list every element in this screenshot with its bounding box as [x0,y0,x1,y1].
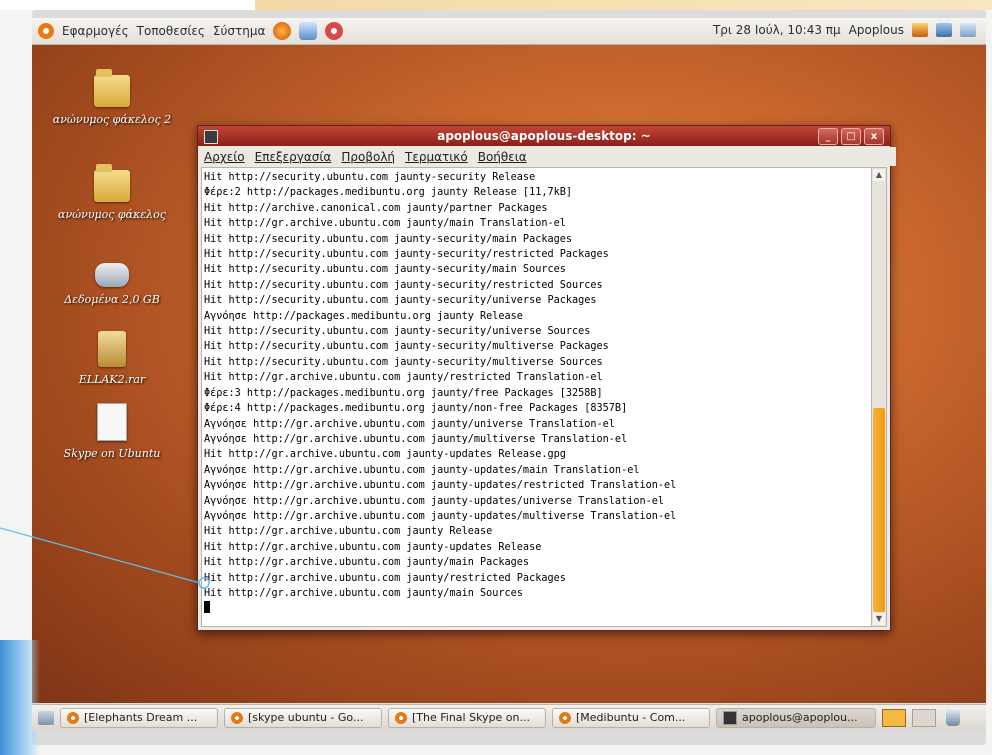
terminal-line: Αγνόησε http://gr.archive.ubuntu.com jau… [204,495,665,507]
terminal-line: Φέρε:4 http://packages.medibuntu.org jau… [204,403,628,415]
desktop-icon-label: ανώνυμος φάκελος [58,208,166,221]
scroll-up-icon[interactable]: ▲ [873,169,885,181]
terminal-line: Hit http://security.ubuntu.com jaunty-se… [204,172,536,183]
firefox-icon [67,711,79,724]
desktop-icon-label: ELLAK2.rar [78,373,146,386]
firefox-icon [231,711,243,724]
desktop-icon-folder-2[interactable]: ανώνυμος φάκελος 2 [52,69,172,126]
menu-edit[interactable]: Επεξεργασία [255,150,332,164]
terminal-lines: Hit http://security.ubuntu.com jaunty-se… [202,168,872,619]
blue-edge-decor [0,640,40,755]
terminal-window[interactable]: apoplous@apoplous-desktop: ~ _ □ x Αρχεί… [197,125,896,631]
ubuntu-logo-icon[interactable] [38,23,54,39]
terminal-line: Αγνόησε http://packages.medibuntu.org ja… [204,310,523,322]
close-button[interactable]: x [864,128,884,145]
help-icon[interactable] [325,22,344,40]
window-title: apoplous@apoplous-desktop: ~ [437,129,651,143]
menu-applications[interactable]: Εφαρμογές [62,24,129,38]
volume-icon[interactable] [960,23,976,37]
workspace-1[interactable] [882,708,906,727]
task-label: [Medibuntu - Com... [576,711,686,724]
task-label: apoplous@apoplou... [742,711,858,724]
drive-icon [95,263,129,287]
terminal-line: Hit http://gr.archive.ubuntu.com jaunty-… [204,541,542,553]
terminal-line: Αγνόησε http://gr.archive.ubuntu.com jau… [204,464,640,476]
top-panel: Εφαρμογές Τοποθεσίες Σύστημα Τρι 28 Ιούλ… [32,18,986,45]
terminal-line: Hit http://security.ubuntu.com jaunty-se… [204,341,609,353]
taskbar-item-elephants-dream[interactable]: [Elephants Dream ... [60,707,218,728]
maximize-button[interactable]: □ [841,128,861,145]
desktop-icon-label: Δεδομένα 2,0 GB [64,293,160,306]
terminal-line: Φέρε:3 http://packages.medibuntu.org jau… [204,387,603,399]
desktop-icon-archive[interactable]: ELLAK2.rar [52,331,172,386]
workspace-2[interactable] [912,708,936,727]
terminal-line: Αγνόησε http://gr.archive.ubuntu.com jau… [204,510,677,522]
terminal-line: Hit http://gr.archive.ubuntu.com jaunty/… [204,372,603,384]
task-label: [skype ubuntu - Go... [248,711,364,724]
desktop-icon-folder[interactable]: ανώνυμος φάκελος [52,164,172,221]
bottom-panel: [Elephants Dream ... [skype ubuntu - Go.… [32,704,986,730]
network-icon[interactable] [936,23,952,37]
scroll-down-icon[interactable]: ▼ [873,613,885,625]
taskbar-item-medibuntu[interactable]: [Medibuntu - Com... [552,707,710,728]
top-decor-gold [255,0,992,10]
desktop-icon-drive[interactable]: Δεδομένα 2,0 GB [52,263,172,306]
terminal-line: Hit http://gr.archive.ubuntu.com jaunty-… [204,449,566,461]
show-desktop-icon[interactable] [38,710,54,725]
menu-system[interactable]: Σύστημα [213,24,266,38]
terminal-line: Hit http://gr.archive.ubuntu.com jaunty/… [204,218,566,230]
archive-icon [98,331,126,367]
taskbar-item-terminal[interactable]: apoplous@apoplou... [716,707,876,728]
terminal-line: Αγνόησε http://gr.archive.ubuntu.com jau… [204,418,615,430]
menu-file[interactable]: Αρχείο [204,150,245,164]
taskbar-item-final-skype[interactable]: [The Final Skype on... [388,707,546,728]
folder-icon [94,164,130,202]
scroll-thumb[interactable] [873,408,885,612]
terminal-line: Hit http://security.ubuntu.com jaunty-se… [204,264,566,276]
folder-icon [94,69,130,107]
menu-terminal[interactable]: Τερματικό [405,150,468,164]
top-decor-strip [0,0,992,10]
task-label: [Elephants Dream ... [84,711,198,724]
terminal-line: Hit http://security.ubuntu.com jaunty-se… [204,233,573,245]
terminal-menubar: Αρχείο Επεξεργασία Προβολή Τερματικό Βοή… [198,147,896,166]
terminal-line: Hit http://security.ubuntu.com jaunty-se… [204,295,597,307]
terminal-titlebar[interactable]: apoplous@apoplous-desktop: ~ _ □ x [198,126,890,146]
terminal-line: Hit http://gr.archive.ubuntu.com jaunty/… [204,557,530,569]
terminal-line: Φέρε:2 http://packages.medibuntu.org jau… [204,187,573,199]
desktop-icon-text-file[interactable]: Skype on Ubuntu [52,403,172,460]
terminal-line: Hit http://security.ubuntu.com jaunty-se… [204,279,603,291]
terminal-icon [723,710,737,725]
user-name[interactable]: Apoplous [849,23,904,37]
terminal-line: Αγνόησε http://gr.archive.ubuntu.com jau… [204,433,628,445]
desktop-icon-label: ανώνυμος φάκελος 2 [52,113,172,126]
menu-help[interactable]: Βοήθεια [478,150,527,164]
terminal-line: Hit http://archive.canonical.com jaunty/… [204,202,548,214]
minimize-button[interactable]: _ [818,128,838,145]
firefox-icon [395,711,407,724]
text-file-icon [97,403,127,441]
mail-icon[interactable] [299,22,318,40]
trash-icon[interactable] [946,709,960,726]
firefox-icon [559,711,571,724]
terminal-line: Hit http://gr.archive.ubuntu.com jaunty/… [204,572,566,584]
desktop-icon-label: Skype on Ubuntu [63,447,161,460]
terminal-line: Hit http://security.ubuntu.com jaunty-se… [204,249,609,261]
terminal-line: Hit http://security.ubuntu.com jaunty-se… [204,326,591,338]
terminal-line: Αγνόησε http://gr.archive.ubuntu.com jau… [204,480,677,492]
user-switch-icon[interactable] [912,23,928,37]
terminal-cursor [204,601,210,614]
terminal-scrollbar[interactable]: ▲ ▼ [871,167,887,627]
menu-places[interactable]: Τοποθεσίες [137,24,205,38]
menu-view[interactable]: Προβολή [341,150,395,164]
taskbar-item-skype-ubuntu[interactable]: [skype ubuntu - Go... [224,707,382,728]
clock[interactable]: Τρι 28 Ιούλ, 10:43 πμ [713,23,841,37]
task-label: [The Final Skype on... [412,711,531,724]
terminal-line: Hit http://security.ubuntu.com jaunty-se… [204,356,603,368]
terminal-line: Hit http://gr.archive.ubuntu.com jaunty/… [204,587,523,599]
terminal-line: Hit http://gr.archive.ubuntu.com jaunty … [204,526,493,538]
terminal-output[interactable]: Hit http://security.ubuntu.com jaunty-se… [201,167,873,627]
firefox-icon[interactable] [273,22,292,40]
